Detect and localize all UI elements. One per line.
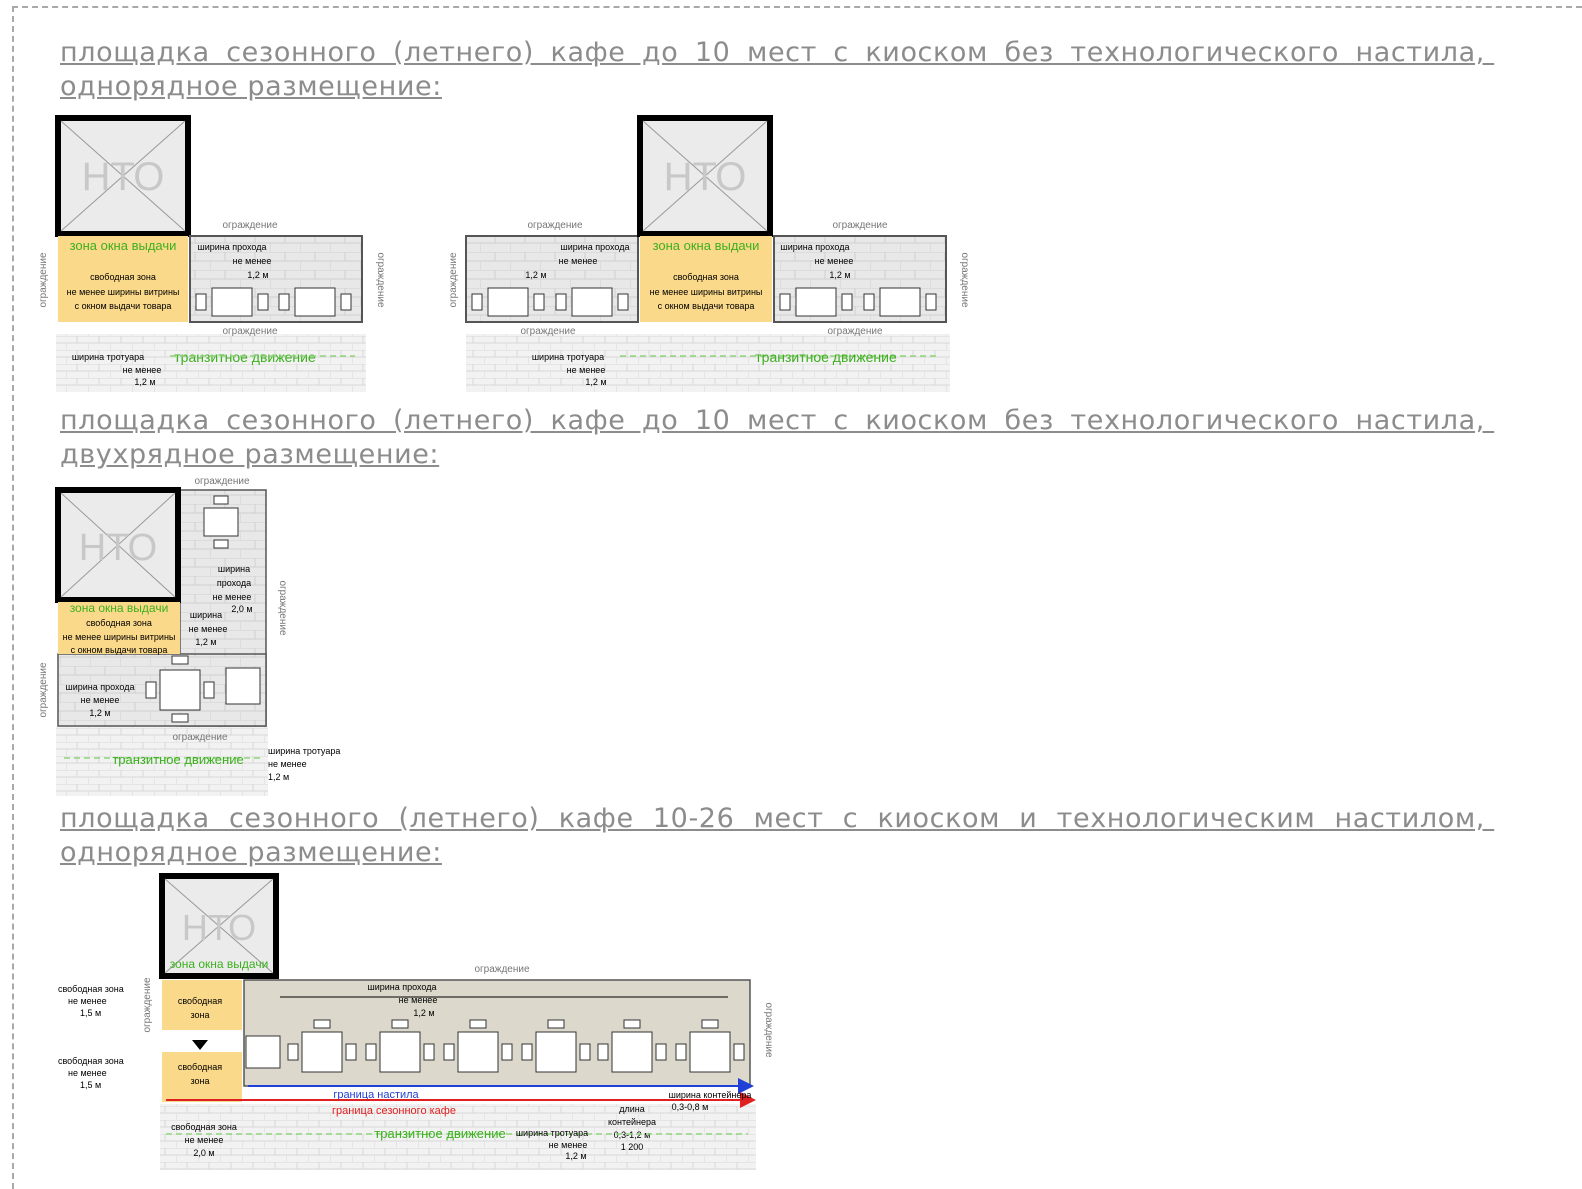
fence-label-top: ограждение bbox=[222, 220, 278, 231]
sidewalk-width: 1,2 м bbox=[565, 1151, 586, 1161]
free-zone-upper-zone: зона bbox=[190, 1010, 209, 1020]
fence-label: ограждение bbox=[832, 220, 888, 231]
width-right: 1,2 м bbox=[829, 270, 850, 280]
not-less-text: не менее bbox=[233, 256, 272, 266]
transit-label: транзитное движение bbox=[112, 752, 243, 767]
nto-label: НТО bbox=[82, 155, 165, 199]
free-zone-text: свободная зона bbox=[86, 618, 152, 628]
nto-label: НТО bbox=[664, 155, 747, 199]
not-less-bottom: не менее bbox=[185, 1135, 224, 1145]
window-text: с окном выдачи товара bbox=[75, 301, 172, 311]
fence-label-right: ограждение bbox=[375, 252, 386, 308]
container-length-label: длина bbox=[619, 1104, 645, 1114]
width-left: 1,2 м bbox=[525, 270, 546, 280]
fence-label-right: ограждение bbox=[763, 1002, 774, 1058]
fence-label-left: ограждение bbox=[448, 252, 459, 308]
window-zone-label: зона окна выдачи bbox=[170, 957, 269, 971]
width-12-3: 1,2 м bbox=[89, 708, 110, 718]
width-20: 2,0 м bbox=[231, 604, 252, 614]
vitrine-text: не менее ширины витрины bbox=[63, 632, 176, 642]
fence-label-left: ограждение bbox=[38, 252, 49, 308]
not-less-3: не менее bbox=[81, 695, 120, 705]
free-zone-side-2: свободная зона bbox=[58, 1056, 124, 1066]
passage-text: ширина прохода bbox=[65, 682, 134, 692]
free-zone-upper-text: свободная bbox=[178, 996, 222, 1006]
window-zone-label: зона окна выдачи bbox=[653, 238, 760, 253]
width-word: ширина bbox=[218, 564, 250, 574]
fence-label: ограждение bbox=[527, 220, 583, 231]
vitrine-text: не менее ширины витрины bbox=[650, 287, 763, 297]
not-less-2: не менее bbox=[189, 624, 228, 634]
diagram-3: НТО зона окна выдачи свободная зона своб… bbox=[58, 873, 774, 1170]
window-text: с окном выдачи товара bbox=[71, 645, 168, 655]
transit-label: транзитное движение bbox=[374, 1126, 505, 1141]
fence-label-bottom: ограждение bbox=[172, 732, 228, 743]
cafe-border-label: граница сезонного кафе bbox=[332, 1105, 456, 1117]
sidewalk-not-less: не менее bbox=[268, 759, 307, 769]
nto-label: НТО bbox=[182, 907, 256, 948]
not-less-left: не менее bbox=[559, 256, 598, 266]
fence-label: ограждение bbox=[520, 326, 576, 337]
fence-label: ограждение bbox=[827, 326, 883, 337]
free-zone-lower-text: свободная bbox=[178, 1062, 222, 1072]
transit-label: транзитное движение bbox=[755, 349, 897, 365]
diagram-1b: НТО зона окна выдачи свободная зона не м… bbox=[448, 115, 970, 392]
fence-label-bottom: ограждение bbox=[222, 326, 278, 337]
width-15-side-2: 1,5 м bbox=[80, 1080, 101, 1090]
container-length-value: 0,3-1,2 м bbox=[614, 1130, 651, 1140]
width-20-bottom: 2,0 м bbox=[193, 1148, 214, 1158]
container-width-label: ширина контейнера bbox=[669, 1090, 752, 1100]
width-text: 1,2 м bbox=[247, 270, 268, 280]
fence-label-top: ограждение bbox=[474, 964, 530, 975]
width-word-2: ширина bbox=[190, 610, 222, 620]
arrow-down-icon bbox=[192, 1040, 208, 1050]
passage-text-left: ширина прохода bbox=[560, 242, 629, 252]
sidewalk-width: 1,2 м bbox=[134, 377, 155, 387]
diagram-single-row-left: НТО зона окна выдачи свободная зона не м… bbox=[38, 115, 970, 1170]
diagram-1a: НТО зона окна выдачи свободная зона не м… bbox=[38, 115, 386, 392]
fence-label-left: ограждение bbox=[142, 977, 153, 1033]
window-text: с окном выдачи товара bbox=[658, 301, 755, 311]
passage-text: ширина прохода bbox=[367, 982, 436, 992]
free-zone-lower-zone: зона bbox=[190, 1076, 209, 1086]
passage-text-right: ширина прохода bbox=[780, 242, 849, 252]
sidewalk-text: ширина тротуара bbox=[532, 352, 604, 362]
container-width-value: 0,3-0,8 м bbox=[672, 1102, 709, 1112]
free-zone-side-1: свободная зона bbox=[58, 984, 124, 994]
container-word: контейнера bbox=[608, 1117, 656, 1127]
not-less-side-2: не менее bbox=[68, 1068, 107, 1078]
sidewalk-width: 1,2 м bbox=[585, 377, 606, 387]
fence-label-left: ограждение bbox=[38, 662, 49, 718]
free-zone-bottom: свободная зона bbox=[171, 1122, 237, 1132]
free-zone-text: свободная зона bbox=[90, 272, 156, 282]
passage-text: ширина прохода bbox=[197, 242, 266, 252]
sidewalk-not-less: не менее bbox=[549, 1140, 588, 1150]
diagram-2: НТО зона окна выдачи свободная зона не м… bbox=[38, 476, 340, 796]
width-15-side-1: 1,5 м bbox=[80, 1008, 101, 1018]
sidewalk-not-less: не менее bbox=[123, 365, 162, 375]
fence-label-top: ограждение bbox=[194, 476, 250, 487]
not-less-right: не менее bbox=[815, 256, 854, 266]
sidewalk-text: ширина тротуара bbox=[516, 1128, 588, 1138]
fence-label-right: ограждение bbox=[959, 252, 970, 308]
sidewalk-text: ширина тротуара bbox=[268, 746, 340, 756]
window-zone-label: зона окна выдачи bbox=[70, 601, 169, 615]
sidewalk-width: 1,2 м bbox=[268, 772, 289, 782]
container-length-number: 1 200 bbox=[621, 1142, 644, 1152]
width-12: 1,2 м bbox=[413, 1008, 434, 1018]
nto-label: НТО bbox=[79, 527, 158, 569]
not-less-side-1: не менее bbox=[68, 996, 107, 1006]
window-zone-label: зона окна выдачи bbox=[70, 238, 177, 253]
fence-label-right: ограждение bbox=[277, 580, 288, 636]
sidewalk-not-less: не менее bbox=[567, 365, 606, 375]
passage-word: прохода bbox=[217, 578, 251, 588]
free-zone-text: свободная зона bbox=[673, 272, 739, 282]
vitrine-text: не менее ширины витрины bbox=[67, 287, 180, 297]
width-12-2: 1,2 м bbox=[195, 637, 216, 647]
transit-label: транзитное движение bbox=[174, 349, 316, 365]
sidewalk-text: ширина тротуара bbox=[72, 352, 144, 362]
not-less: не менее bbox=[213, 592, 252, 602]
